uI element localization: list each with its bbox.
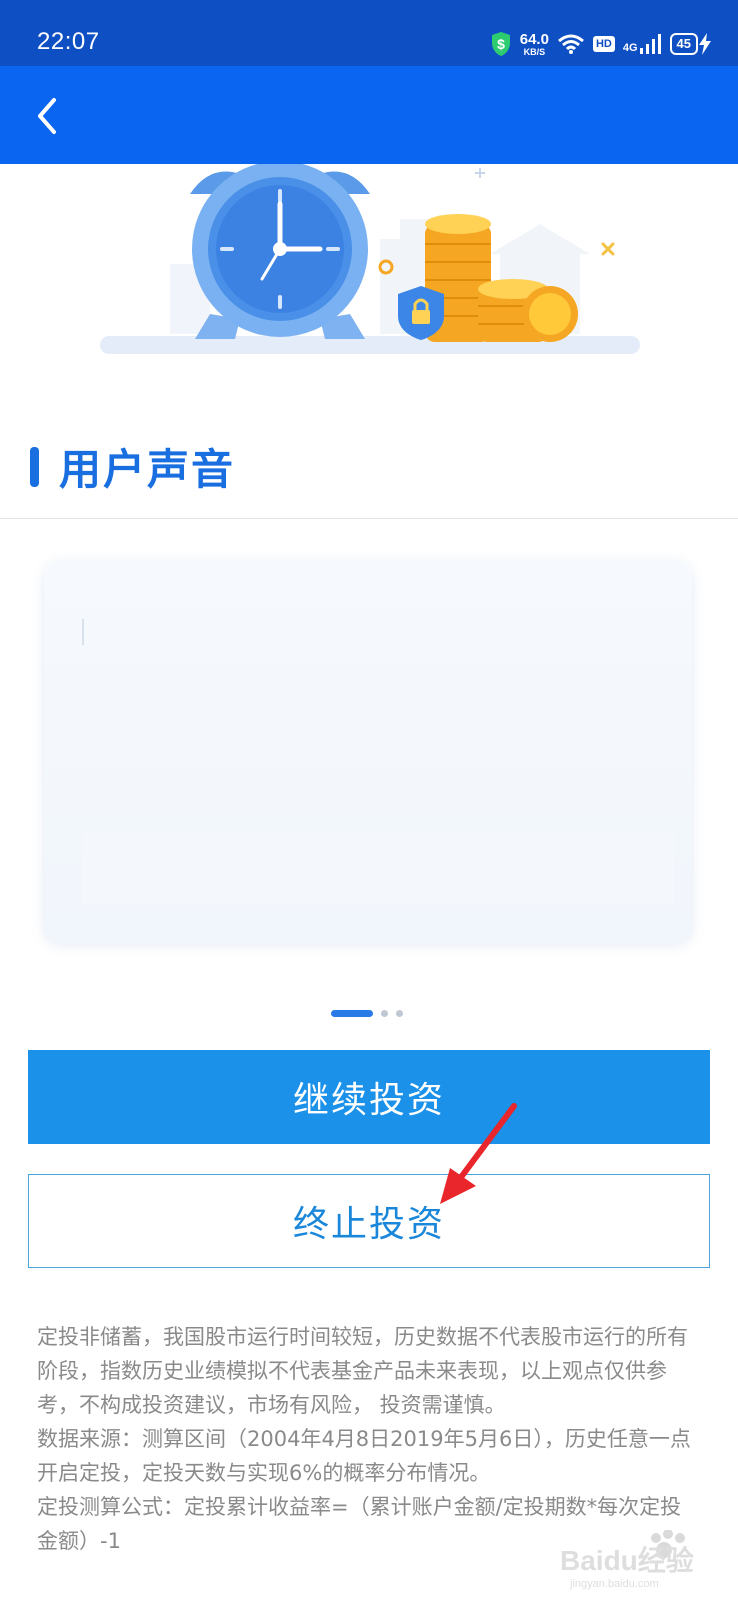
alarm-clock-coins-illustration — [100, 164, 640, 354]
svg-text:$: $ — [497, 36, 505, 52]
card-content-area — [82, 831, 674, 905]
annotation-arrow-icon — [440, 1103, 517, 1204]
carousel-dot[interactable] — [381, 1010, 388, 1017]
carousel-dot[interactable] — [396, 1010, 403, 1017]
testimonial-card[interactable] — [44, 561, 692, 943]
svg-text:Baidu经验: Baidu经验 — [560, 1544, 694, 1576]
charging-bolt-icon — [699, 33, 711, 55]
status-time: 22:07 — [37, 28, 100, 55]
hd-badge: HD — [592, 36, 615, 52]
carousel-pagination — [331, 1010, 403, 1017]
back-chevron-icon[interactable] — [30, 94, 70, 138]
signal-bars-icon — [639, 34, 661, 54]
network-speed: 64.0 KB/S — [520, 32, 549, 57]
baidu-watermark-logo: Baidu经验 jingyan.baidu.com — [560, 1530, 694, 1590]
svg-text:jingyan.baidu.com: jingyan.baidu.com — [569, 1578, 659, 1590]
net-speed-unit: KB/S — [523, 46, 546, 57]
title-accent-bar — [30, 446, 39, 487]
battery-level: 45 — [669, 33, 698, 55]
disclaimer-line: 数据来源：测算区间（2004年4月8日2019年5月6日），历史任意一点开启定投… — [37, 1427, 691, 1485]
nav-bar — [0, 66, 738, 164]
card-quote-mark — [82, 619, 84, 645]
continue-investing-button[interactable]: 继续投资 — [28, 1050, 710, 1144]
stop-investing-button[interactable]: 终止投资 — [28, 1174, 710, 1268]
disclaimer-text: 定投非储蓄，我国股市运行时间较短，历史数据不代表股市运行的所有阶段，指数历史业绩… — [37, 1320, 697, 1558]
network-type-label: 4G — [622, 42, 638, 54]
section-divider — [0, 518, 738, 519]
cell-signal: 4G — [623, 34, 662, 54]
status-bar: 22:07 $ 64.0 KB/S HD 4G 45 — [0, 0, 738, 66]
disclaimer-line: 定投非储蓄，我国股市运行时间较短，历史数据不代表股市运行的所有阶段，指数历史业绩… — [37, 1325, 688, 1417]
carousel-dot-active[interactable] — [331, 1010, 373, 1017]
battery-indicator: 45 — [669, 33, 712, 55]
status-icons: $ 64.0 KB/S HD 4G 45 — [490, 27, 712, 61]
section-title-text: 用户声音 — [59, 445, 236, 494]
security-shield-icon: $ — [491, 32, 510, 56]
wifi-icon — [557, 34, 584, 54]
net-speed-value: 64.0 — [519, 30, 549, 48]
section-title: 用户声音 — [30, 436, 235, 497]
